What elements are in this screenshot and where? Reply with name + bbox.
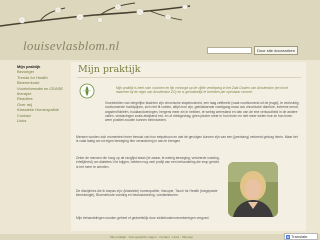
paragraph-disciplines: De disciplines die ik toepas zijn: (klas…: [76, 189, 218, 198]
page-title: Mijn praktijk: [78, 64, 141, 75]
cherry-blossom-branch-icon: [0, 2, 191, 27]
site-header: louisevlasblom.nl Door site doorzoeken: [0, 0, 320, 60]
translate-label: Translate: [291, 234, 308, 239]
site-title[interactable]: louisevlasblom.nl: [23, 38, 119, 54]
sidebar-item-cease-therapie[interactable]: Voorinformatie en CEASE therapie: [17, 86, 65, 97]
paragraph-awareness: Mensen worden zich momenteel meer bewust…: [76, 135, 298, 144]
footer-links[interactable]: Mijn praktijk · Veel gestelde vragen · C…: [110, 234, 193, 240]
portrait-photo: [228, 162, 278, 217]
search-input[interactable]: [207, 47, 252, 54]
paragraph-complaints: Voorbeelden van dergelijke klachten zijn…: [105, 101, 299, 123]
translate-button[interactable]: G Translate: [284, 233, 318, 240]
sidebar-nav: Mijn praktijk Bezoeger Trends for Health…: [17, 64, 67, 123]
site-footer: Mijn praktijk · Veel gestelde vragen · C…: [0, 234, 320, 240]
main-content: Mijn praktijk Mijn praktijk is heel ruim…: [71, 62, 306, 231]
paragraph-diabetes: Zeker de mensen die hoog op de ranglijst…: [76, 156, 220, 169]
intro-text: Mijn praktijk is heel ruim voorzien en f…: [116, 86, 288, 95]
google-translate-icon: G: [286, 234, 290, 239]
paragraph-insurance: Mijn behandelingen worden geheel of gede…: [76, 216, 210, 220]
search-button[interactable]: Door site doorzoeken: [254, 46, 298, 55]
practice-logo-icon: [79, 83, 95, 99]
sidebar-item-links[interactable]: Links: [17, 118, 67, 123]
title-divider: [77, 77, 301, 78]
sidebar-item-klassieke-homeopathie[interactable]: Klassieke Homeopathie: [17, 107, 65, 112]
